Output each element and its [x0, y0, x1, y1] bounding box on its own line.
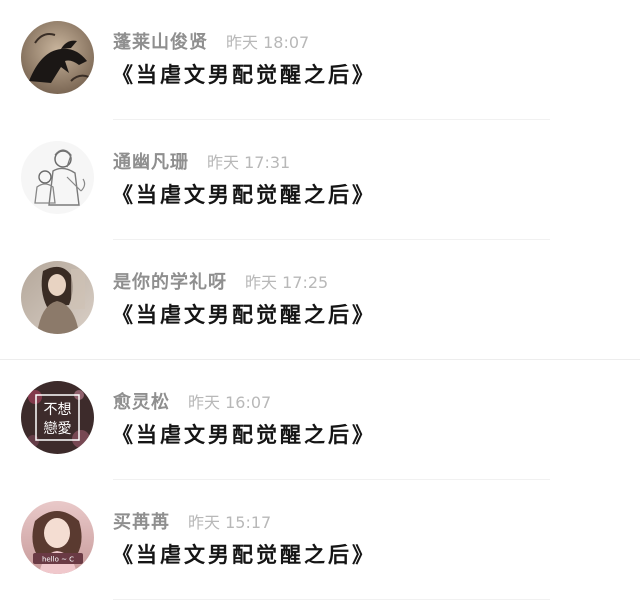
timestamp: 昨天 15:17: [188, 513, 272, 532]
avatar-text: hello ~ C: [42, 556, 74, 564]
username[interactable]: 蓬莱山俊贤: [113, 32, 208, 53]
comment-text: 《当虐文男配觉醒之后》: [112, 423, 376, 447]
timestamp: 昨天 17:31: [207, 153, 291, 172]
divider: [113, 599, 550, 600]
comment-text: 《当虐文男配觉醒之后》: [112, 543, 376, 567]
comment-meta: 愈灵松 昨天 16:07: [113, 391, 271, 415]
username[interactable]: 通幽凡珊: [113, 152, 189, 173]
timestamp: 昨天 16:07: [188, 393, 272, 412]
comment-meta: 通幽凡珊 昨天 17:31: [113, 151, 290, 175]
timestamp: 昨天 17:25: [245, 273, 329, 292]
avatar-text: 不想: [44, 402, 72, 418]
username[interactable]: 是你的学礼呀: [113, 272, 227, 293]
comment-item[interactable]: 通幽凡珊 昨天 17:31 《当虐文男配觉醒之后》: [0, 120, 640, 240]
username[interactable]: 愈灵松: [113, 392, 170, 413]
comment-meta: 是你的学礼呀 昨天 17:25: [113, 271, 328, 295]
comment-item[interactable]: hello ~ C 买苒苒 昨天 15:17 《当虐文男配觉醒之后》: [0, 480, 640, 600]
comment-list: 蓬莱山俊贤 昨天 18:07 《当虐文男配觉醒之后》 通幽凡珊 昨天 17:31 《…: [0, 0, 640, 612]
avatar-text: 戀愛: [44, 421, 72, 437]
comment-meta: 蓬莱山俊贤 昨天 18:07: [113, 31, 309, 55]
comment-text: 《当虐文男配觉醒之后》: [112, 183, 376, 207]
sketch-mother-child-avatar-icon[interactable]: [21, 141, 94, 214]
text-avatar-icon[interactable]: 不想 戀愛: [21, 381, 94, 454]
selfie-avatar-icon[interactable]: hello ~ C: [21, 501, 94, 574]
comment-item[interactable]: 不想 戀愛 愈灵松 昨天 16:07 《当虐文男配觉醒之后》: [0, 360, 640, 480]
comment-item[interactable]: 蓬莱山俊贤 昨天 18:07 《当虐文男配觉醒之后》: [0, 0, 640, 120]
comment-item[interactable]: 是你的学礼呀 昨天 17:25 《当虐文男配觉醒之后》: [0, 240, 640, 360]
comment-text: 《当虐文男配觉醒之后》: [112, 303, 376, 327]
girl-photo-avatar-icon[interactable]: [21, 261, 94, 334]
timestamp: 昨天 18:07: [226, 33, 310, 52]
comment-text: 《当虐文男配觉醒之后》: [112, 63, 376, 87]
comment-meta: 买苒苒 昨天 15:17: [113, 511, 271, 535]
username[interactable]: 买苒苒: [113, 512, 170, 533]
crow-avatar-icon[interactable]: [21, 21, 94, 94]
